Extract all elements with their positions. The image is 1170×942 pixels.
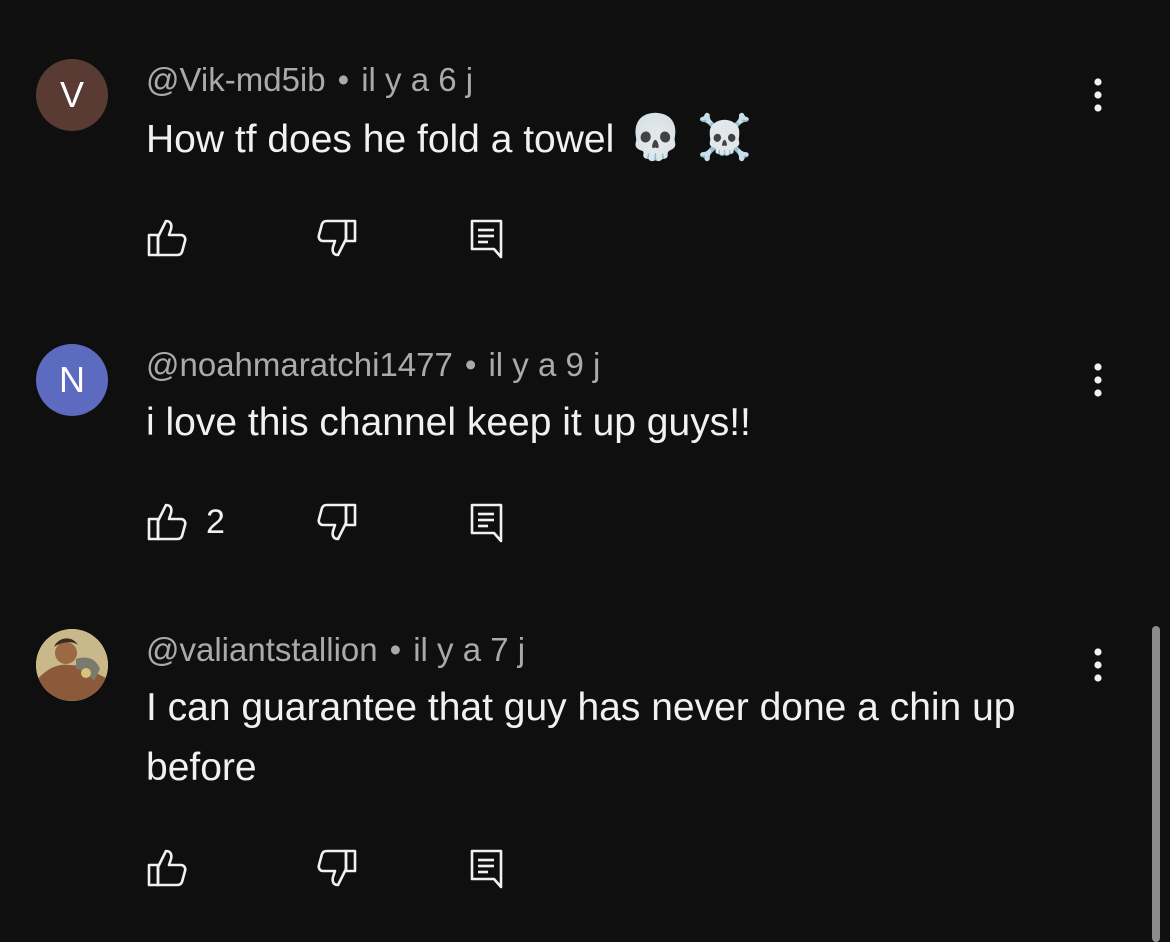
reply-button[interactable] — [468, 846, 508, 890]
like-button[interactable]: 2 — [146, 500, 225, 544]
comment-text-content: i love this channel keep it up guys!! — [146, 401, 751, 444]
comment-time[interactable]: il y a 9 j — [488, 346, 600, 383]
thumbs-up-icon — [147, 503, 187, 541]
avatar[interactable] — [36, 629, 108, 701]
more-vertical-icon — [1094, 78, 1102, 112]
comment-actions: 2 — [146, 500, 526, 544]
more-vertical-icon — [1094, 648, 1102, 682]
thumbs-down-icon — [317, 503, 357, 541]
comment-text: i love this channel keep it up guys!! — [146, 393, 1076, 453]
comment-actions — [146, 846, 526, 890]
thumbs-up-icon — [147, 219, 187, 257]
dislike-button[interactable] — [316, 846, 358, 890]
skull-emoji: 💀 — [628, 112, 684, 163]
comment-time[interactable]: il y a 6 j — [361, 61, 473, 98]
comment-author[interactable]: @noahmaratchi1477 — [146, 346, 453, 383]
more-options-button[interactable] — [1078, 355, 1118, 405]
comment-meta: @noahmaratchi1477 • il y a 9 j — [146, 345, 600, 385]
comment-text-content: How tf does he fold a towel — [146, 118, 615, 161]
avatar-image — [36, 629, 108, 701]
comment-actions — [146, 216, 526, 260]
comment-text: How tf does he fold a towel 💀 ☠️ — [146, 108, 1076, 170]
comment-meta: @valiantstallion • il y a 7 j — [146, 630, 525, 670]
more-options-button[interactable] — [1078, 70, 1118, 120]
thumbs-down-icon — [317, 219, 357, 257]
meta-separator: • — [389, 631, 402, 668]
reply-comment-icon — [470, 503, 503, 543]
thumbs-up-icon — [147, 849, 187, 887]
avatar-letter: N — [59, 359, 85, 400]
like-button[interactable] — [146, 846, 206, 890]
avatar[interactable]: N — [36, 344, 108, 416]
thumbs-down-icon — [317, 849, 357, 887]
avatar-letter: V — [59, 74, 84, 115]
reply-comment-icon — [470, 849, 503, 889]
avatar[interactable]: V — [36, 59, 108, 131]
comment-text-content: I can guarantee that guy has never done … — [146, 686, 1016, 789]
more-options-button[interactable] — [1078, 640, 1118, 690]
dislike-button[interactable] — [316, 500, 358, 544]
reply-comment-icon — [470, 219, 503, 259]
comment-author[interactable]: @Vik-md5ib — [146, 61, 326, 98]
meta-separator: • — [337, 61, 350, 98]
like-count: 2 — [206, 502, 225, 541]
comment-meta: @Vik-md5ib • il y a 6 j — [146, 60, 473, 100]
like-button[interactable] — [146, 216, 206, 260]
reply-button[interactable] — [468, 216, 508, 260]
more-vertical-icon — [1094, 363, 1102, 397]
scrollbar-thumb[interactable] — [1152, 626, 1160, 942]
meta-separator: • — [464, 346, 477, 383]
comment-text: I can guarantee that guy has never done … — [146, 678, 1076, 798]
skull-crossbones-emoji: ☠️ — [697, 112, 752, 163]
reply-button[interactable] — [468, 500, 508, 544]
comment-author[interactable]: @valiantstallion — [146, 631, 378, 668]
dislike-button[interactable] — [316, 216, 358, 260]
comment-time[interactable]: il y a 7 j — [413, 631, 525, 668]
